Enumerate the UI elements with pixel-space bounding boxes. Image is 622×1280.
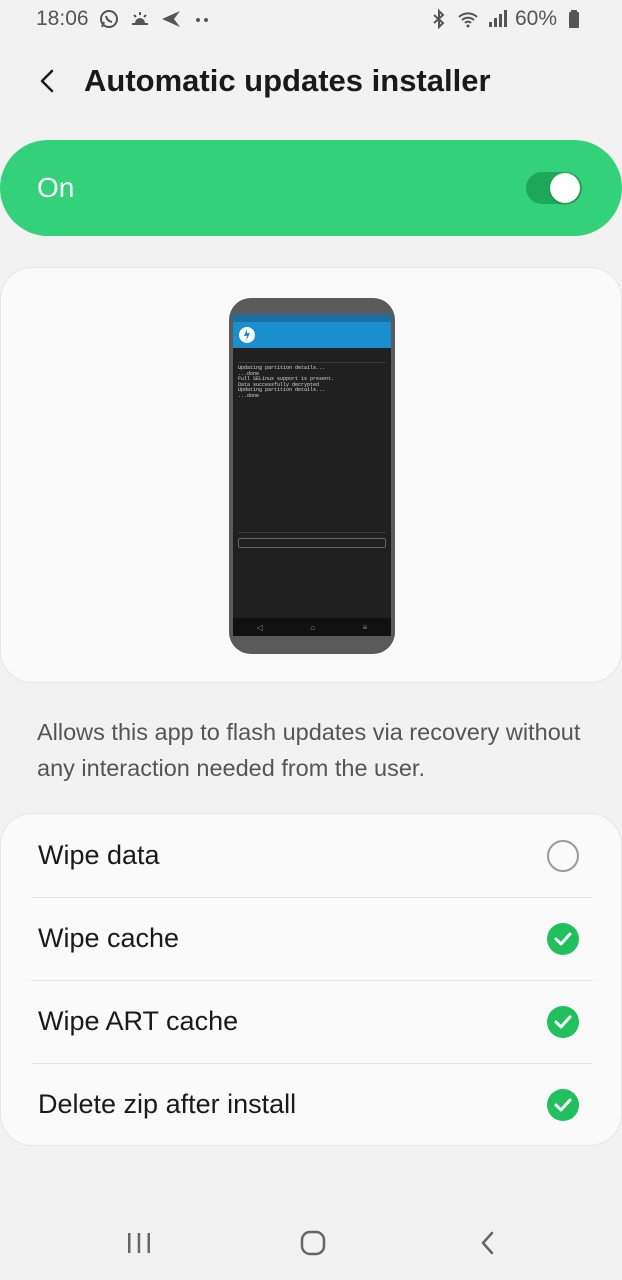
phone-divider (238, 532, 386, 533)
phone-log: Updating partition details... ...done Full… (238, 365, 386, 400)
master-switch-bar[interactable]: On (0, 140, 622, 236)
option-delete-zip[interactable]: Delete zip after install (1, 1063, 622, 1146)
phone-back-icon: ◁ (256, 622, 263, 632)
status-time: 18:06 (36, 7, 89, 30)
home-button[interactable] (283, 1213, 343, 1273)
phone-home-icon: ⌂ (310, 622, 316, 632)
preview-card: Updating partition details... ...done Full… (0, 267, 622, 683)
phone-divider (238, 362, 386, 363)
weather-icon (129, 8, 151, 30)
more-dots-icon (191, 8, 213, 30)
phone-screen: Updating partition details... ...done Full… (233, 314, 391, 636)
system-nav-bar (0, 1206, 622, 1280)
recent-apps-icon (128, 1233, 150, 1253)
option-wipe-art-cache[interactable]: Wipe ART cache (1, 980, 622, 1063)
status-bar: 18:06 60% (0, 0, 622, 38)
battery-icon (564, 8, 586, 30)
signal-icon (486, 8, 508, 30)
option-label: Delete zip after install (38, 1089, 297, 1119)
nav-back-button[interactable] (458, 1213, 518, 1273)
home-icon (300, 1230, 326, 1256)
log-line: ...done (238, 392, 260, 399)
twrp-logo-icon (239, 327, 255, 343)
option-wipe-data[interactable]: Wipe data (1, 814, 622, 897)
send-icon (160, 8, 182, 30)
unchecked-circle-icon[interactable] (547, 839, 579, 872)
back-arrow-icon (40, 69, 54, 93)
header: Automatic updates installer (0, 52, 622, 110)
checked-circle-icon[interactable] (547, 1005, 579, 1038)
back-button[interactable] (18, 52, 78, 110)
phone-command-box (238, 538, 386, 548)
back-icon (481, 1231, 494, 1255)
toggle-knob (550, 173, 580, 203)
master-toggle[interactable] (526, 172, 582, 204)
status-right: 60% (428, 7, 586, 31)
option-wipe-cache[interactable]: Wipe cache (1, 897, 622, 980)
phone-navbar: ◁ ⌂ ≡ (233, 618, 391, 636)
phone-appbar (233, 322, 391, 348)
whatsapp-icon (98, 8, 120, 30)
description-text: Allows this app to flash updates via rec… (37, 719, 581, 781)
checked-circle-icon[interactable] (547, 922, 579, 955)
page-title: Automatic updates installer (84, 63, 491, 98)
option-label: Wipe cache (38, 923, 180, 953)
phone-preview-image: Updating partition details... ...done Full… (229, 298, 395, 654)
options-card: Wipe data Wipe cache Wipe ART cache Dele… (0, 813, 622, 1146)
status-left: 18:06 (36, 7, 213, 31)
wifi-icon (457, 8, 479, 30)
bluetooth-icon (428, 8, 450, 30)
phone-status-strip (233, 314, 391, 322)
battery-percent: 60% (514, 7, 557, 30)
checked-circle-icon[interactable] (547, 1088, 579, 1121)
master-switch-label: On (37, 172, 75, 203)
recent-apps-button[interactable] (109, 1213, 169, 1273)
option-label: Wipe ART cache (38, 1006, 239, 1036)
option-label: Wipe data (38, 840, 160, 870)
phone-menu-icon: ≡ (362, 622, 368, 632)
